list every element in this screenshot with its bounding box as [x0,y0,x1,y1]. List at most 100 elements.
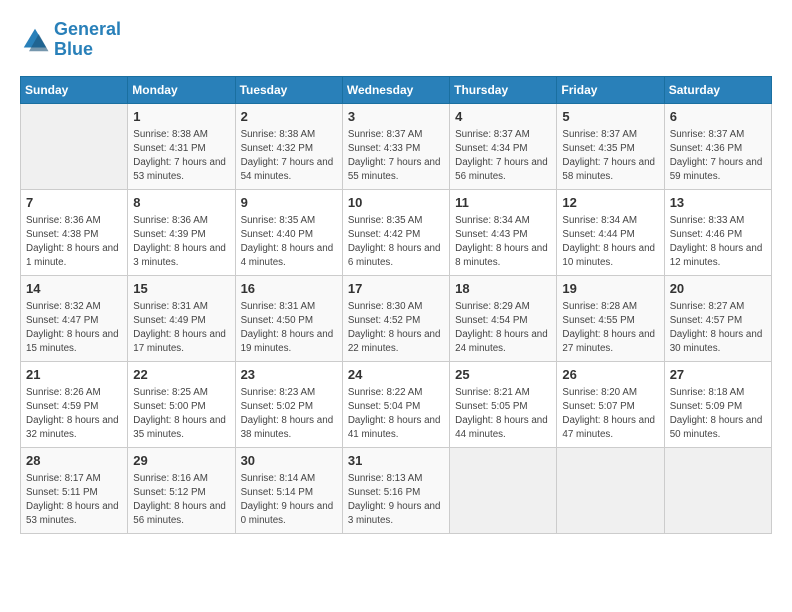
daylight-text: Daylight: 8 hours and 50 minutes. [670,414,766,442]
daylight-text: Daylight: 8 hours and 47 minutes. [562,414,658,442]
cell-info: Sunrise: 8:18 AM Sunset: 5:09 PM Dayligh… [670,386,766,443]
calendar-week-row: 7 Sunrise: 8:36 AM Sunset: 4:38 PM Dayli… [21,189,772,275]
cell-info: Sunrise: 8:16 AM Sunset: 5:12 PM Dayligh… [133,472,229,529]
calendar-cell: 18 Sunrise: 8:29 AM Sunset: 4:54 PM Dayl… [450,275,557,361]
cell-info: Sunrise: 8:27 AM Sunset: 4:57 PM Dayligh… [670,300,766,357]
sunrise-text: Sunrise: 8:22 AM [348,386,444,400]
calendar-cell: 3 Sunrise: 8:37 AM Sunset: 4:33 PM Dayli… [342,103,449,189]
sunrise-text: Sunrise: 8:38 AM [133,128,229,142]
daylight-text: Daylight: 8 hours and 44 minutes. [455,414,551,442]
sunset-text: Sunset: 4:36 PM [670,142,766,156]
day-number: 12 [562,194,658,212]
sunrise-text: Sunrise: 8:20 AM [562,386,658,400]
sunset-text: Sunset: 4:32 PM [241,142,337,156]
day-number: 16 [241,280,337,298]
sunset-text: Sunset: 4:31 PM [133,142,229,156]
daylight-text: Daylight: 7 hours and 55 minutes. [348,156,444,184]
calendar-cell [450,447,557,533]
daylight-text: Daylight: 9 hours and 3 minutes. [348,500,444,528]
daylight-text: Daylight: 7 hours and 59 minutes. [670,156,766,184]
sunset-text: Sunset: 5:02 PM [241,400,337,414]
calendar-week-row: 1 Sunrise: 8:38 AM Sunset: 4:31 PM Dayli… [21,103,772,189]
daylight-text: Daylight: 8 hours and 56 minutes. [133,500,229,528]
day-number: 10 [348,194,444,212]
day-number: 4 [455,108,551,126]
calendar-cell: 23 Sunrise: 8:23 AM Sunset: 5:02 PM Dayl… [235,361,342,447]
day-number: 5 [562,108,658,126]
sunrise-text: Sunrise: 8:37 AM [670,128,766,142]
sunset-text: Sunset: 5:14 PM [241,486,337,500]
sunset-text: Sunset: 4:38 PM [26,228,122,242]
sunrise-text: Sunrise: 8:37 AM [455,128,551,142]
sunset-text: Sunset: 4:54 PM [455,314,551,328]
calendar-cell: 30 Sunrise: 8:14 AM Sunset: 5:14 PM Dayl… [235,447,342,533]
sunset-text: Sunset: 4:39 PM [133,228,229,242]
day-number: 7 [26,194,122,212]
sunrise-text: Sunrise: 8:33 AM [670,214,766,228]
cell-info: Sunrise: 8:13 AM Sunset: 5:16 PM Dayligh… [348,472,444,529]
sunset-text: Sunset: 4:52 PM [348,314,444,328]
day-number: 1 [133,108,229,126]
sunrise-text: Sunrise: 8:25 AM [133,386,229,400]
daylight-text: Daylight: 8 hours and 22 minutes. [348,328,444,356]
daylight-text: Daylight: 8 hours and 6 minutes. [348,242,444,270]
calendar-cell: 29 Sunrise: 8:16 AM Sunset: 5:12 PM Dayl… [128,447,235,533]
day-number: 13 [670,194,766,212]
calendar-cell: 27 Sunrise: 8:18 AM Sunset: 5:09 PM Dayl… [664,361,771,447]
cell-info: Sunrise: 8:36 AM Sunset: 4:38 PM Dayligh… [26,214,122,271]
sunset-text: Sunset: 4:49 PM [133,314,229,328]
calendar-cell: 19 Sunrise: 8:28 AM Sunset: 4:55 PM Dayl… [557,275,664,361]
calendar-cell: 16 Sunrise: 8:31 AM Sunset: 4:50 PM Dayl… [235,275,342,361]
sunset-text: Sunset: 5:00 PM [133,400,229,414]
sunrise-text: Sunrise: 8:28 AM [562,300,658,314]
daylight-text: Daylight: 8 hours and 1 minute. [26,242,122,270]
sunrise-text: Sunrise: 8:17 AM [26,472,122,486]
column-header-friday: Friday [557,76,664,103]
cell-info: Sunrise: 8:35 AM Sunset: 4:40 PM Dayligh… [241,214,337,271]
sunrise-text: Sunrise: 8:32 AM [26,300,122,314]
sunrise-text: Sunrise: 8:13 AM [348,472,444,486]
cell-info: Sunrise: 8:35 AM Sunset: 4:42 PM Dayligh… [348,214,444,271]
calendar-cell: 6 Sunrise: 8:37 AM Sunset: 4:36 PM Dayli… [664,103,771,189]
daylight-text: Daylight: 8 hours and 12 minutes. [670,242,766,270]
cell-info: Sunrise: 8:38 AM Sunset: 4:32 PM Dayligh… [241,128,337,185]
calendar-cell: 7 Sunrise: 8:36 AM Sunset: 4:38 PM Dayli… [21,189,128,275]
sunrise-text: Sunrise: 8:36 AM [133,214,229,228]
calendar-header-row: SundayMondayTuesdayWednesdayThursdayFrid… [21,76,772,103]
cell-info: Sunrise: 8:31 AM Sunset: 4:50 PM Dayligh… [241,300,337,357]
sunrise-text: Sunrise: 8:31 AM [241,300,337,314]
column-header-sunday: Sunday [21,76,128,103]
sunset-text: Sunset: 4:55 PM [562,314,658,328]
daylight-text: Daylight: 8 hours and 19 minutes. [241,328,337,356]
calendar-cell: 31 Sunrise: 8:13 AM Sunset: 5:16 PM Dayl… [342,447,449,533]
daylight-text: Daylight: 7 hours and 54 minutes. [241,156,337,184]
sunrise-text: Sunrise: 8:16 AM [133,472,229,486]
calendar-cell [557,447,664,533]
sunset-text: Sunset: 5:05 PM [455,400,551,414]
cell-info: Sunrise: 8:34 AM Sunset: 4:44 PM Dayligh… [562,214,658,271]
column-header-thursday: Thursday [450,76,557,103]
day-number: 29 [133,452,229,470]
sunrise-text: Sunrise: 8:29 AM [455,300,551,314]
calendar-cell: 24 Sunrise: 8:22 AM Sunset: 5:04 PM Dayl… [342,361,449,447]
cell-info: Sunrise: 8:33 AM Sunset: 4:46 PM Dayligh… [670,214,766,271]
calendar-cell: 20 Sunrise: 8:27 AM Sunset: 4:57 PM Dayl… [664,275,771,361]
sunset-text: Sunset: 5:04 PM [348,400,444,414]
daylight-text: Daylight: 8 hours and 4 minutes. [241,242,337,270]
column-header-tuesday: Tuesday [235,76,342,103]
day-number: 21 [26,366,122,384]
sunset-text: Sunset: 4:43 PM [455,228,551,242]
calendar-cell: 14 Sunrise: 8:32 AM Sunset: 4:47 PM Dayl… [21,275,128,361]
sunset-text: Sunset: 5:09 PM [670,400,766,414]
cell-info: Sunrise: 8:21 AM Sunset: 5:05 PM Dayligh… [455,386,551,443]
day-number: 6 [670,108,766,126]
sunset-text: Sunset: 5:12 PM [133,486,229,500]
day-number: 28 [26,452,122,470]
day-number: 23 [241,366,337,384]
day-number: 25 [455,366,551,384]
sunset-text: Sunset: 4:35 PM [562,142,658,156]
sunset-text: Sunset: 4:59 PM [26,400,122,414]
day-number: 17 [348,280,444,298]
day-number: 20 [670,280,766,298]
sunrise-text: Sunrise: 8:31 AM [133,300,229,314]
